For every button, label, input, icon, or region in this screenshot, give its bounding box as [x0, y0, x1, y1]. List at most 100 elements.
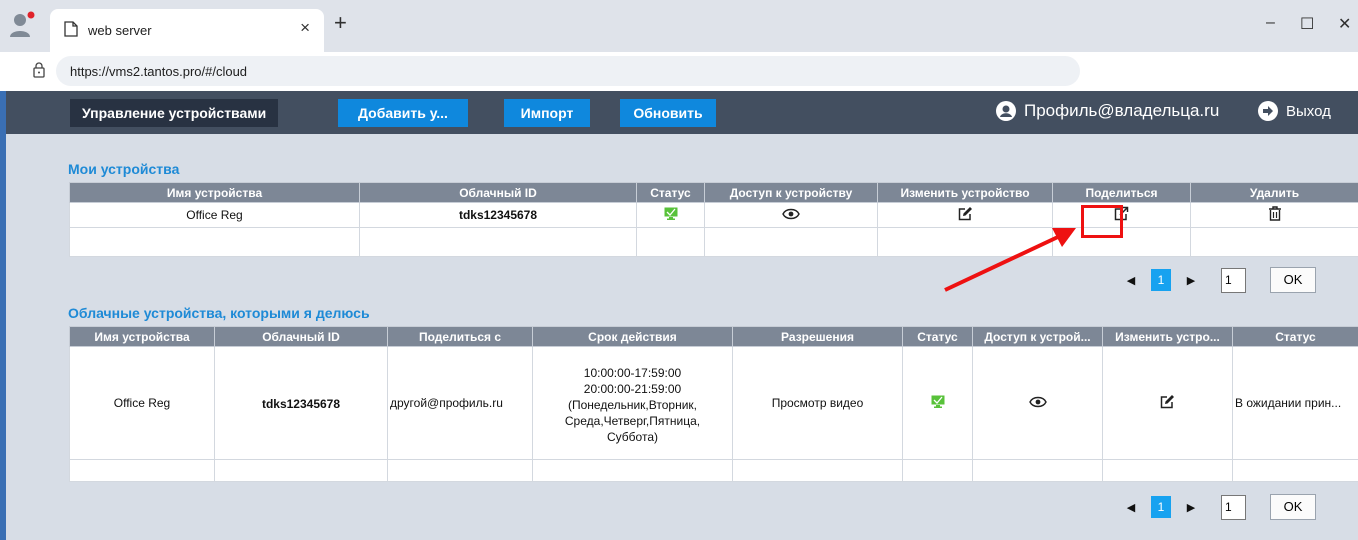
col-header[interactable]: Статус — [636, 182, 705, 203]
address-url[interactable]: https://vms2.tantos.pro/#/cloud — [70, 64, 247, 79]
minimize-button[interactable]: – — [1266, 14, 1275, 32]
profile-email: Профиль@владельца.ru — [1024, 101, 1220, 120]
empty-cell — [69, 227, 360, 257]
col-header[interactable]: Поделиться с — [387, 326, 533, 347]
status-cell — [902, 346, 973, 460]
col-header[interactable]: Статус — [1232, 326, 1358, 347]
refresh-button[interactable]: Обновить — [620, 99, 716, 127]
empty-cell — [704, 227, 878, 257]
page-number-button[interactable]: 1 — [1151, 269, 1171, 291]
browser-tabstrip: web server × + – ☐ ✕ — [0, 0, 1358, 52]
shared-devices-title: Облачные устройства, которыми я делюсь — [68, 305, 370, 321]
page-icon — [64, 21, 78, 42]
maximize-button[interactable]: ☐ — [1300, 14, 1314, 34]
empty-cell — [387, 459, 533, 482]
page-input[interactable]: 1 — [1221, 267, 1246, 293]
my-devices-table: Имя устройства Облачный ID Статус Доступ… — [69, 182, 1358, 257]
next-page-button[interactable]: ▶ — [1179, 274, 1203, 287]
cloud-id: tdks12345678 — [214, 346, 388, 460]
device-name: Office Reg — [69, 202, 360, 228]
col-header[interactable]: Удалить — [1190, 182, 1358, 203]
empty-cell — [1232, 459, 1358, 482]
page-input[interactable]: 1 — [1221, 494, 1246, 520]
table-header-row: Имя устройства Облачный ID Статус Доступ… — [69, 182, 1358, 203]
next-page-button[interactable]: ▶ — [1179, 501, 1203, 514]
col-header[interactable]: Доступ к устройству — [704, 182, 878, 203]
edit-icon[interactable] — [1160, 394, 1175, 409]
tab-close-button[interactable]: × — [300, 18, 310, 38]
table-row[interactable]: Office Reg tdks12345678 — [69, 202, 1358, 228]
prev-page-button[interactable]: ◀ — [1119, 274, 1143, 287]
close-window-button[interactable]: ✕ — [1338, 14, 1351, 34]
ok-button[interactable]: OK — [1270, 267, 1316, 293]
delete-cell — [1190, 202, 1358, 228]
monitor-status-icon — [664, 207, 678, 220]
empty-cell — [359, 227, 637, 257]
my-devices-title: Мои устройства — [68, 161, 180, 177]
col-header[interactable]: Доступ к устрой... — [972, 326, 1103, 347]
add-device-button[interactable]: Добавить у... — [338, 99, 468, 127]
col-header[interactable]: Разрешения — [732, 326, 903, 347]
empty-cell — [1102, 459, 1233, 482]
edit-icon[interactable] — [958, 206, 973, 221]
col-header[interactable]: Срок действия — [532, 326, 733, 347]
my-devices-pager: ◀ 1 ▶ 1 OK — [1119, 267, 1316, 293]
address-bar-row: https://vms2.tantos.pro/#/cloud — [0, 52, 1358, 91]
table-header-row: Имя устройства Облачный ID Поделиться с … — [69, 326, 1358, 347]
app-toolbar: Управление устройствами Добавить у... Им… — [6, 91, 1358, 134]
ok-button[interactable]: OK — [1270, 494, 1316, 520]
col-header[interactable]: Изменить устройство — [877, 182, 1053, 203]
eye-icon[interactable] — [1028, 396, 1047, 408]
access-cell — [704, 202, 878, 228]
table-row-empty — [69, 459, 1358, 482]
share-status: В ожидании прин... — [1232, 346, 1358, 460]
empty-cell — [69, 459, 215, 482]
empty-cell — [877, 227, 1053, 257]
share-highlight-box — [1081, 205, 1123, 238]
empty-cell — [902, 459, 973, 482]
monitor-status-icon — [931, 395, 945, 408]
eye-icon[interactable] — [782, 208, 800, 220]
logout-arrow-icon — [1258, 101, 1278, 121]
browser-tab[interactable]: web server × — [50, 9, 324, 52]
share-with: другой@профиль.ru — [387, 346, 533, 460]
page-title: Управление устройствами — [70, 99, 279, 127]
shared-devices-table: Имя устройства Облачный ID Поделиться с … — [69, 326, 1358, 482]
app-content: Управление устройствами Добавить у... Им… — [6, 91, 1358, 540]
lock-icon[interactable] — [32, 62, 46, 83]
profile-link[interactable]: Профиль@владельца.ru — [996, 101, 1219, 121]
col-header[interactable]: Изменить устро... — [1102, 326, 1233, 347]
address-bar[interactable]: https://vms2.tantos.pro/#/cloud — [56, 56, 1080, 86]
col-header[interactable]: Имя устройства — [69, 182, 360, 203]
browser-profile-icon[interactable] — [6, 8, 38, 42]
logout-label: Выход — [1286, 102, 1331, 120]
device-name: Office Reg — [69, 346, 215, 460]
edit-cell — [877, 202, 1053, 228]
person-icon — [996, 101, 1016, 121]
empty-cell — [532, 459, 733, 482]
col-header[interactable]: Статус — [902, 326, 973, 347]
shared-devices-pager: ◀ 1 ▶ 1 OK — [1119, 494, 1316, 520]
status-cell — [636, 202, 705, 228]
empty-cell — [1190, 227, 1358, 257]
validity-period: 10:00:00-17:59:00 20:00:00-21:59:00 (Пон… — [532, 346, 733, 460]
empty-cell — [636, 227, 705, 257]
col-header[interactable]: Облачный ID — [214, 326, 388, 347]
tab-title: web server — [88, 23, 152, 38]
edit-cell — [1102, 346, 1233, 460]
new-tab-button[interactable]: + — [334, 12, 347, 34]
permissions: Просмотр видео — [732, 346, 903, 460]
empty-cell — [732, 459, 903, 482]
empty-cell — [214, 459, 388, 482]
col-header[interactable]: Облачный ID — [359, 182, 637, 203]
logout-link[interactable]: Выход — [1258, 101, 1331, 121]
page-number-button[interactable]: 1 — [1151, 496, 1171, 518]
col-header[interactable]: Поделиться — [1052, 182, 1191, 203]
table-row[interactable]: Office Reg tdks12345678 другой@профиль.r… — [69, 346, 1358, 460]
prev-page-button[interactable]: ◀ — [1119, 501, 1143, 514]
access-cell — [972, 346, 1103, 460]
import-button[interactable]: Импорт — [504, 99, 590, 127]
cloud-id: tdks12345678 — [359, 202, 637, 228]
col-header[interactable]: Имя устройства — [69, 326, 215, 347]
trash-icon[interactable] — [1268, 206, 1282, 221]
